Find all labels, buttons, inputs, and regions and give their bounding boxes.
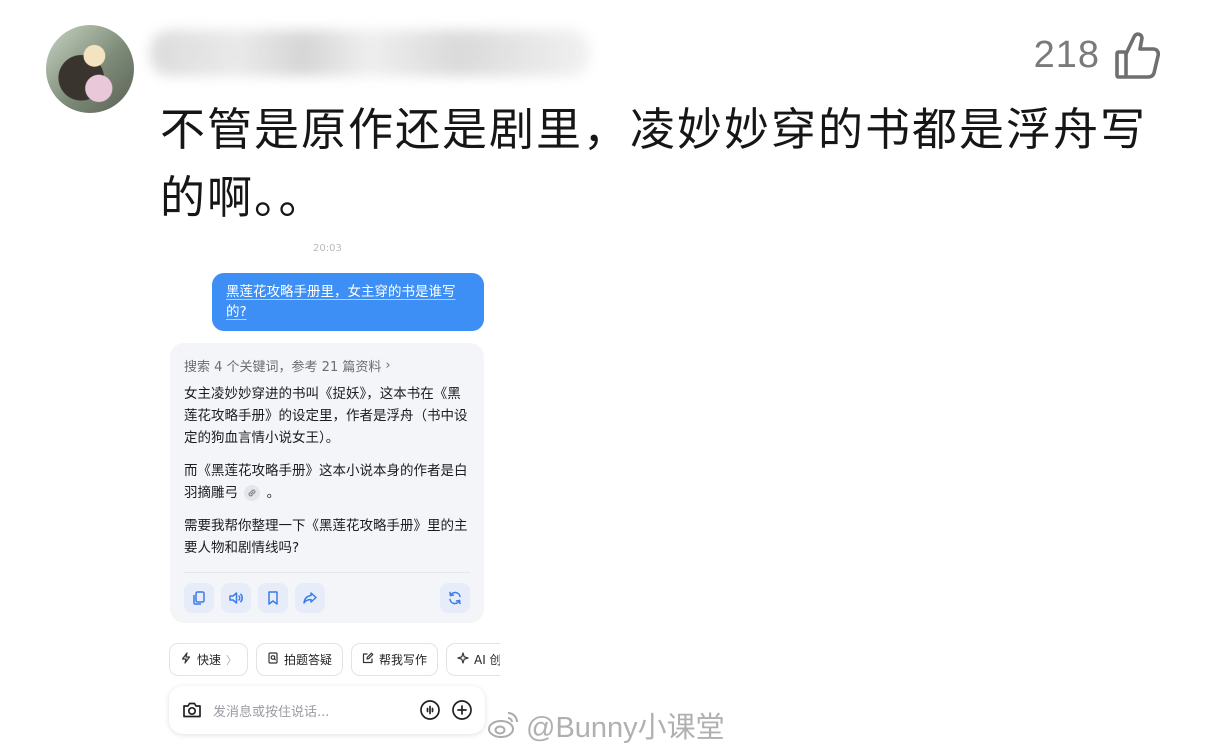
chip-quick[interactable]: 快速 〉 bbox=[169, 643, 249, 676]
answer-paragraph-1: 女主凌妙妙穿进的书叫《捉妖》，这本书在《黑莲花攻略手册》的设定里，作者是浮舟（书… bbox=[184, 386, 468, 446]
username-blurred bbox=[150, 30, 590, 76]
share-icon bbox=[303, 592, 317, 604]
chevron-icon: 〉 bbox=[226, 653, 238, 667]
like-count: 218 bbox=[1033, 33, 1100, 76]
message-composer: 发消息或按住说话... bbox=[169, 686, 485, 734]
read-aloud-button[interactable] bbox=[221, 583, 251, 613]
chip-help-write-label: 帮我写作 bbox=[379, 653, 428, 667]
answer-paragraph-2-end: 。 bbox=[266, 485, 281, 501]
chip-quick-label: 快速 bbox=[197, 653, 222, 667]
message-input[interactable]: 发消息或按住说话... bbox=[213, 701, 409, 720]
bookmark-icon bbox=[268, 591, 278, 605]
share-button[interactable] bbox=[295, 583, 325, 613]
voice-wave-icon bbox=[420, 700, 440, 720]
chevron-right-icon: › bbox=[385, 357, 391, 373]
chip-help-write[interactable]: 帮我写作 bbox=[351, 643, 439, 676]
answer-paragraph-2-text: 而《黑莲花攻略手册》这本小说本身的作者是白羽摘雕弓 bbox=[184, 463, 468, 501]
watermark: @Bunny小课堂 bbox=[486, 702, 725, 748]
answer-paragraph-3: 需要我帮你整理一下《黑莲花攻略手册》里的主要人物和剧情线吗? bbox=[184, 518, 468, 556]
copy-button[interactable] bbox=[184, 583, 214, 613]
regenerate-button[interactable] bbox=[440, 583, 470, 613]
comment-text: 不管是原作还是剧里，凌妙妙穿的书都是浮舟写的啊。。 bbox=[160, 103, 1148, 224]
photo-question-icon bbox=[267, 652, 279, 667]
embedded-chat-screenshot: 20:03 黑莲花攻略手册里，女主穿的书是谁写的? 搜索 4 个关键词，参考 2… bbox=[165, 240, 500, 750]
chip-photo-question-label: 拍题答疑 bbox=[284, 653, 333, 667]
speaker-icon bbox=[229, 592, 243, 604]
bookmark-button[interactable] bbox=[258, 583, 288, 613]
voice-button[interactable] bbox=[419, 699, 441, 721]
add-button[interactable] bbox=[451, 699, 473, 721]
chip-photo-question[interactable]: 拍题答疑 bbox=[256, 643, 344, 676]
camera-icon bbox=[183, 702, 201, 718]
answer-paragraph-2: 而《黑莲花攻略手册》这本小说本身的作者是白羽摘雕弓 。 bbox=[184, 460, 470, 504]
user-message-text: 黑莲花攻略手册里，女主穿的书是谁写的? bbox=[226, 284, 456, 320]
link-icon[interactable] bbox=[244, 485, 261, 501]
camera-button[interactable] bbox=[181, 699, 203, 721]
answer-actions bbox=[184, 583, 470, 613]
plus-circle-icon bbox=[452, 700, 472, 720]
ai-answer-card: 搜索 4 个关键词，参考 21 篇资料 › 女主凌妙妙穿进的书叫《捉妖》，这本书… bbox=[170, 343, 484, 623]
quick-action-chips: 快速 〉 拍题答疑 帮我写作 AI 创作 bbox=[169, 643, 500, 676]
lightning-icon bbox=[180, 652, 192, 667]
card-divider bbox=[184, 572, 470, 573]
chip-ai-create-label: AI 创作 bbox=[474, 653, 500, 667]
copy-icon bbox=[193, 591, 205, 605]
sparkle-icon bbox=[457, 652, 469, 667]
chip-ai-create[interactable]: AI 创作 bbox=[446, 643, 500, 676]
watermark-text: @Bunny小课堂 bbox=[526, 712, 725, 744]
edit-icon bbox=[362, 652, 374, 667]
weibo-logo-icon bbox=[488, 712, 518, 738]
message-timestamp: 20:03 bbox=[313, 244, 342, 252]
search-references-text: 搜索 4 个关键词，参考 21 篇资料 bbox=[184, 359, 382, 375]
avatar[interactable] bbox=[46, 25, 134, 113]
user-message-bubble[interactable]: 黑莲花攻略手册里，女主穿的书是谁写的? bbox=[212, 273, 484, 331]
search-references[interactable]: 搜索 4 个关键词，参考 21 篇资料 › bbox=[184, 355, 470, 375]
thumbs-up-icon[interactable] bbox=[1114, 30, 1160, 80]
like-area[interactable]: 218 bbox=[1034, 30, 1160, 80]
refresh-icon bbox=[449, 591, 461, 605]
